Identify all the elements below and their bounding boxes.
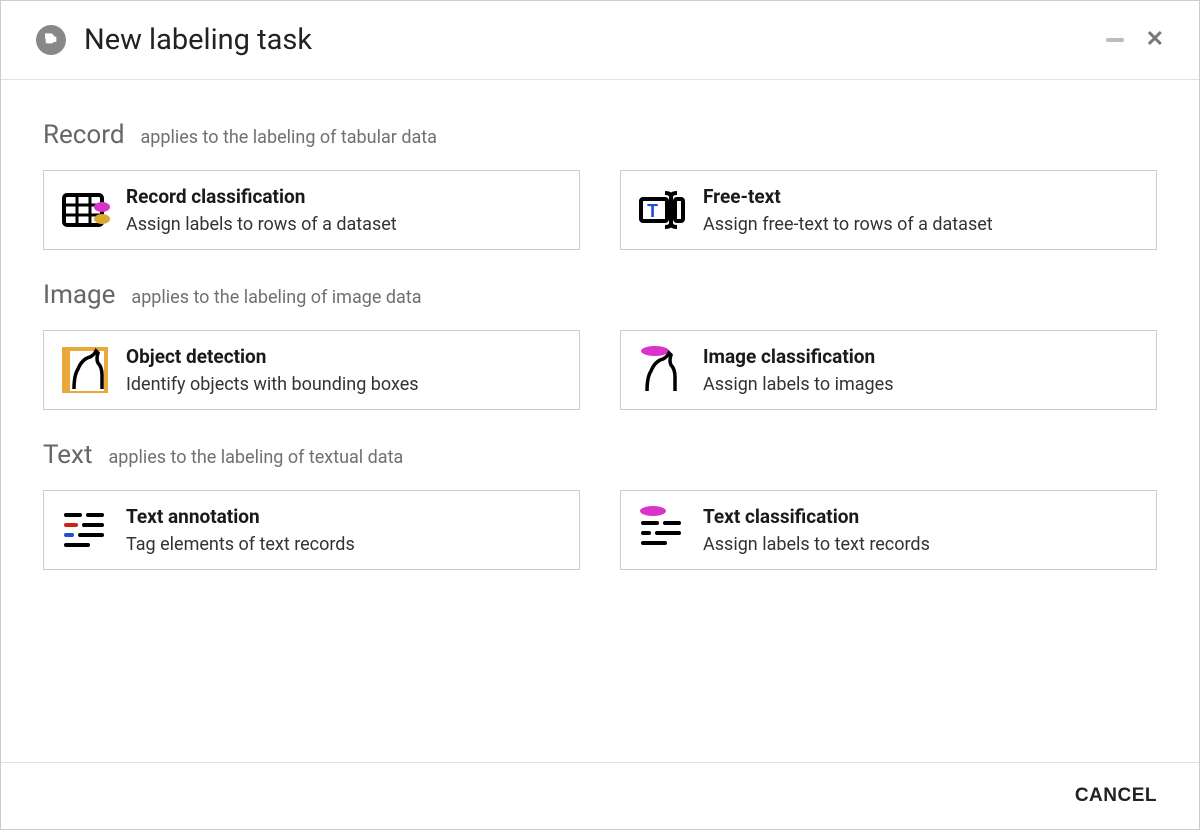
card-image-classification[interactable]: Image classification Assign labels to im… bbox=[620, 330, 1157, 410]
window-controls: ✕ bbox=[1106, 29, 1164, 51]
section-subtitle: applies to the labeling of textual data bbox=[108, 447, 403, 468]
section-title: Text bbox=[43, 440, 92, 470]
section-header-record: Record applies to the labeling of tabula… bbox=[43, 120, 1157, 150]
card-desc: Assign labels to rows of a dataset bbox=[126, 214, 563, 235]
modal-header: New labeling task ✕ bbox=[1, 1, 1199, 80]
card-desc: Assign labels to text records bbox=[703, 534, 1140, 555]
modal-footer: CANCEL bbox=[1, 762, 1199, 829]
close-icon[interactable]: ✕ bbox=[1146, 29, 1164, 51]
section-header-text: Text applies to the labeling of textual … bbox=[43, 440, 1157, 470]
card-title: Text annotation bbox=[126, 505, 563, 528]
section-subtitle: applies to the labeling of image data bbox=[131, 287, 421, 308]
text-label-icon bbox=[637, 505, 687, 555]
section-title: Record bbox=[43, 120, 124, 150]
minimize-icon[interactable] bbox=[1106, 38, 1124, 42]
card-title: Record classification bbox=[126, 185, 563, 208]
modal-content: Record applies to the labeling of tabula… bbox=[1, 80, 1199, 762]
card-text-classification[interactable]: Text classification Assign labels to tex… bbox=[620, 490, 1157, 570]
card-text-annotation[interactable]: Text annotation Tag elements of text rec… bbox=[43, 490, 580, 570]
table-labels-icon bbox=[60, 185, 110, 235]
modal-title: New labeling task bbox=[84, 23, 1106, 57]
image-label-icon bbox=[637, 345, 687, 395]
text-highlight-icon bbox=[60, 505, 110, 555]
text-cursor-icon: T bbox=[637, 185, 687, 235]
section-image: Image applies to the labeling of image d… bbox=[43, 280, 1157, 410]
card-desc: Assign labels to images bbox=[703, 374, 1140, 395]
card-object-detection[interactable]: Object detection Identify objects with b… bbox=[43, 330, 580, 410]
card-title: Text classification bbox=[703, 505, 1140, 528]
card-title: Object detection bbox=[126, 345, 563, 368]
section-text: Text applies to the labeling of textual … bbox=[43, 440, 1157, 570]
section-header-image: Image applies to the labeling of image d… bbox=[43, 280, 1157, 310]
svg-text:T: T bbox=[647, 201, 658, 222]
section-title: Image bbox=[43, 280, 115, 310]
card-desc: Tag elements of text records bbox=[126, 534, 563, 555]
section-subtitle: applies to the labeling of tabular data bbox=[140, 127, 436, 148]
tag-icon bbox=[36, 25, 66, 55]
card-title: Image classification bbox=[703, 345, 1140, 368]
card-record-classification[interactable]: Record classification Assign labels to r… bbox=[43, 170, 580, 250]
card-free-text[interactable]: T Free-text Assign free-text to rows of … bbox=[620, 170, 1157, 250]
card-desc: Assign free-text to rows of a dataset bbox=[703, 214, 1140, 235]
card-title: Free-text bbox=[703, 185, 1140, 208]
cancel-button[interactable]: CANCEL bbox=[1075, 785, 1157, 807]
section-record: Record applies to the labeling of tabula… bbox=[43, 120, 1157, 250]
card-desc: Identify objects with bounding boxes bbox=[126, 374, 563, 395]
bounding-box-icon bbox=[60, 345, 110, 395]
